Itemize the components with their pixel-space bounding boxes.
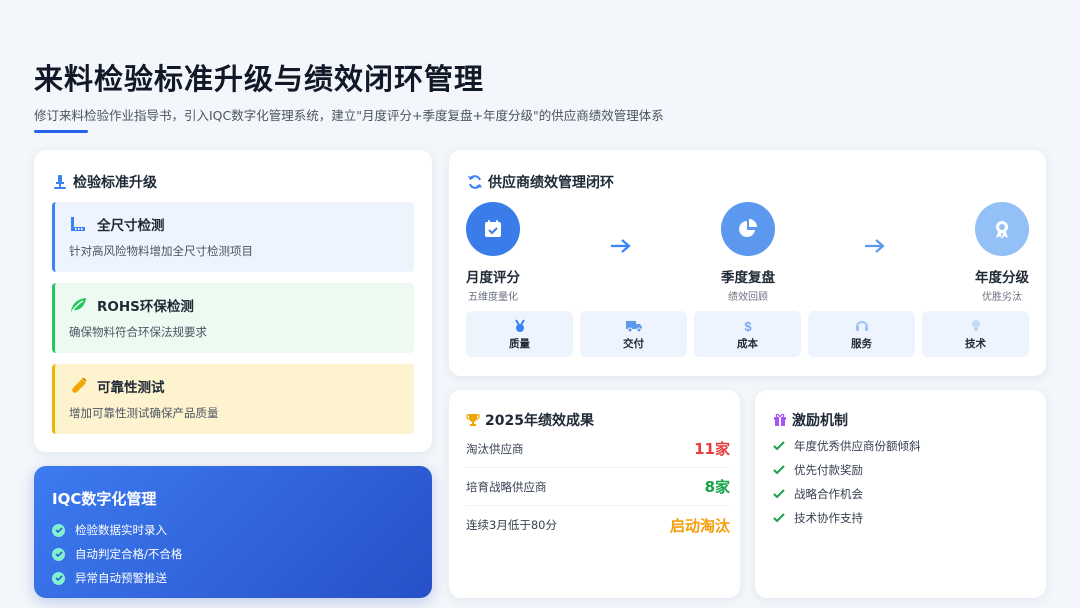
stage-label: 季度复盘: [721, 270, 775, 286]
check-circle-icon: [52, 547, 65, 561]
dimension-quality: 质量: [466, 311, 573, 357]
dimension-cost: $ 成本: [694, 311, 801, 357]
standard-upgrade-card: 检验标准升级 全尺寸检测 针对高风险物料增加全尺寸检测项目 ROHS环保检测 确…: [34, 150, 432, 452]
stage-label: 年度分级: [975, 270, 1029, 286]
incentive-card-title-text: 激励机制: [792, 413, 848, 429]
award-icon: [975, 202, 1029, 256]
leaf-icon: [69, 297, 87, 313]
check-icon: [773, 465, 785, 475]
lightbulb-icon: [922, 319, 1029, 333]
incentive-item-label: 年度优秀供应商份额倾斜: [794, 439, 921, 453]
ruler-icon: [69, 216, 87, 232]
standard-item-desc: 针对高风险物料增加全尺寸检测项目: [69, 244, 253, 258]
iqc-feature-label: 异常自动预警推送: [75, 571, 167, 585]
incentive-item: 优先付款奖励: [773, 458, 921, 482]
incentive-item-label: 优先付款奖励: [794, 463, 863, 477]
results-row: 培育战略供应商 8家: [466, 468, 730, 506]
headset-icon: [808, 319, 915, 333]
truck-icon: [580, 319, 687, 333]
arrow-right-icon: [864, 238, 886, 258]
medal-icon: [466, 319, 573, 333]
stage-monthly: 月度评分 五维度量化: [453, 202, 533, 303]
iqc-feature-item: 自动判定合格/不合格: [52, 542, 182, 566]
standard-card-title: 检验标准升级: [52, 172, 157, 192]
dimension-service: 服务: [808, 311, 915, 357]
incentive-item: 技术协作支持: [773, 506, 921, 530]
check-icon: [773, 513, 785, 523]
results-row-value: 启动淘汰: [669, 516, 730, 535]
standard-item-label: 全尺寸检测: [97, 218, 165, 234]
iqc-digital-card: IQC数字化管理 检验数据实时录入 自动判定合格/不合格 异常自动预警推送: [34, 466, 432, 598]
standard-item-desc: 确保物料符合环保法规要求: [69, 325, 207, 339]
stage-sub: 优胜劣汰: [982, 292, 1022, 303]
page-title: 来料检验标准升级与绩效闭环管理: [34, 62, 485, 96]
results-row-label: 连续3月低于80分: [466, 518, 557, 532]
dimension-label: 成本: [737, 338, 758, 350]
results-row: 连续3月低于80分 启动淘汰: [466, 506, 730, 544]
incentive-card: 激励机制 年度优秀供应商份额倾斜 优先付款奖励 战略合作机会 技术协作支持: [755, 390, 1046, 598]
iqc-card-title: IQC数字化管理: [52, 490, 157, 508]
incentive-item-label: 战略合作机会: [794, 487, 863, 501]
standard-item-full-size: 全尺寸检测 针对高风险物料增加全尺寸检测项目: [52, 202, 414, 272]
iqc-feature-list: 检验数据实时录入 自动判定合格/不合格 异常自动预警推送: [52, 518, 182, 590]
gift-icon: [773, 413, 787, 427]
results-card-title-text: 2025年绩效成果: [485, 413, 594, 429]
loop-card-title: 供应商绩效管理闭环: [467, 172, 614, 192]
incentive-item: 战略合作机会: [773, 482, 921, 506]
results-row: 淘汰供应商 11家: [466, 430, 730, 468]
iqc-feature-label: 检验数据实时录入: [75, 523, 167, 537]
check-icon: [773, 441, 785, 451]
incentive-item: 年度优秀供应商份额倾斜: [773, 434, 921, 458]
pie-chart-icon: [721, 202, 775, 256]
results-row-label: 淘汰供应商: [466, 441, 524, 456]
dimension-label: 质量: [509, 338, 530, 350]
incentive-card-title: 激励机制: [773, 410, 848, 430]
iqc-feature-item: 检验数据实时录入: [52, 518, 182, 542]
standard-item-reliability: 可靠性测试 增加可靠性测试确保产品质量: [52, 364, 414, 434]
calendar-check-icon: [466, 202, 520, 256]
standard-item-label: 可靠性测试: [97, 380, 165, 396]
performance-results-card: 2025年绩效成果 淘汰供应商 11家 培育战略供应商 8家 连续3月低于80分…: [449, 390, 740, 598]
dimension-delivery: 交付: [580, 311, 687, 357]
check-icon: [773, 489, 785, 499]
flask-icon: [69, 378, 87, 394]
stage-sub: 五维度量化: [468, 292, 518, 303]
iqc-feature-item: 异常自动预警推送: [52, 566, 182, 590]
incentive-item-label: 技术协作支持: [794, 511, 863, 525]
title-underline: [34, 130, 88, 133]
page-subtitle: 修订来料检验作业指导书，引入IQC数字化管理系统，建立"月度评分+季度复盘+年度…: [34, 108, 664, 123]
arrow-right-icon: [610, 238, 632, 258]
loop-card-title-text: 供应商绩效管理闭环: [488, 175, 614, 191]
incentive-list: 年度优秀供应商份额倾斜 优先付款奖励 战略合作机会 技术协作支持: [773, 434, 921, 530]
refresh-icon: [467, 174, 483, 190]
dimension-label: 交付: [623, 338, 644, 350]
microscope-icon: [52, 174, 68, 190]
stage-label: 月度评分: [466, 270, 520, 286]
results-row-value: 11家: [694, 440, 730, 458]
stage-sub: 绩效回顾: [728, 292, 768, 303]
performance-loop-card: 供应商绩效管理闭环 月度评分 五维度量化 季度复盘 绩效回顾 年度分级 优胜劣汰…: [449, 150, 1046, 376]
standard-card-title-text: 检验标准升级: [73, 175, 157, 191]
stage-quarterly: 季度复盘 绩效回顾: [708, 202, 788, 303]
standard-item-rohs: ROHS环保检测 确保物料符合环保法规要求: [52, 283, 414, 353]
standard-item-desc: 增加可靠性测试确保产品质量: [69, 406, 219, 420]
svg-text:$: $: [744, 319, 752, 333]
check-circle-icon: [52, 523, 65, 537]
iqc-feature-label: 自动判定合格/不合格: [75, 547, 183, 561]
trophy-icon: [466, 413, 480, 427]
dimension-label: 服务: [851, 338, 872, 350]
standard-item-label: ROHS环保检测: [97, 299, 194, 315]
results-card-title: 2025年绩效成果: [466, 410, 594, 430]
dimension-label: 技术: [965, 338, 986, 350]
stage-annual: 年度分级 优胜劣汰: [962, 202, 1042, 303]
results-row-value: 8家: [704, 478, 730, 496]
dimension-technology: 技术: [922, 311, 1029, 357]
check-circle-icon: [52, 571, 65, 585]
dollar-icon: $: [694, 319, 801, 333]
results-row-label: 培育战略供应商: [466, 479, 547, 494]
